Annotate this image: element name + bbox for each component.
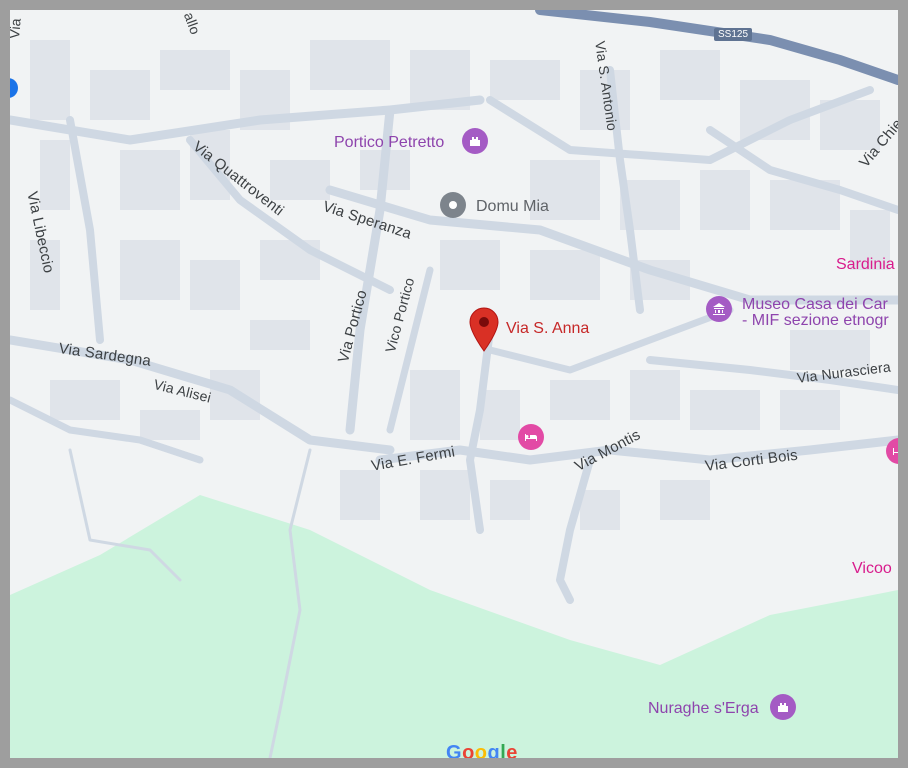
pin-label-via-s-anna[interactable]: Via S. Anna [506,320,589,338]
museum-icon[interactable] [706,296,732,322]
hotel-bed-icon[interactable] [518,424,544,450]
landmark-icon[interactable] [462,128,488,154]
poi-label-nuraghe-serga[interactable]: Nuraghe s'Erga [648,700,759,718]
google-logo-letter: e [506,742,518,758]
place-dot-icon[interactable] [440,192,466,218]
street-label-left-partial: Via [10,17,24,40]
poi-label-portico-petretto[interactable]: Portico Petretto [334,134,444,152]
google-logo-letter: o [474,742,488,758]
highway-shield: SS125 [714,28,753,41]
landmark-icon-nuraghe[interactable] [770,694,796,720]
google-logo-letter: g [487,742,501,758]
poi-label-domu-mia[interactable]: Domu Mia [476,198,549,216]
poi-label-museo-line2[interactable]: - MIF sezione etnogr [742,312,889,330]
google-logo-letter: o [462,742,475,758]
poi-label-vicoo[interactable]: Vicoo [852,560,892,578]
map-canvas[interactable] [10,10,898,758]
google-logo-letter: G [446,742,463,758]
poi-label-sardinia[interactable]: Sardinia [836,256,895,274]
map-view[interactable]: SS125 Via Libeccio Via Quattroventi Via … [10,10,898,758]
google-logo: Google [446,742,518,758]
location-pin-icon[interactable] [468,306,500,352]
